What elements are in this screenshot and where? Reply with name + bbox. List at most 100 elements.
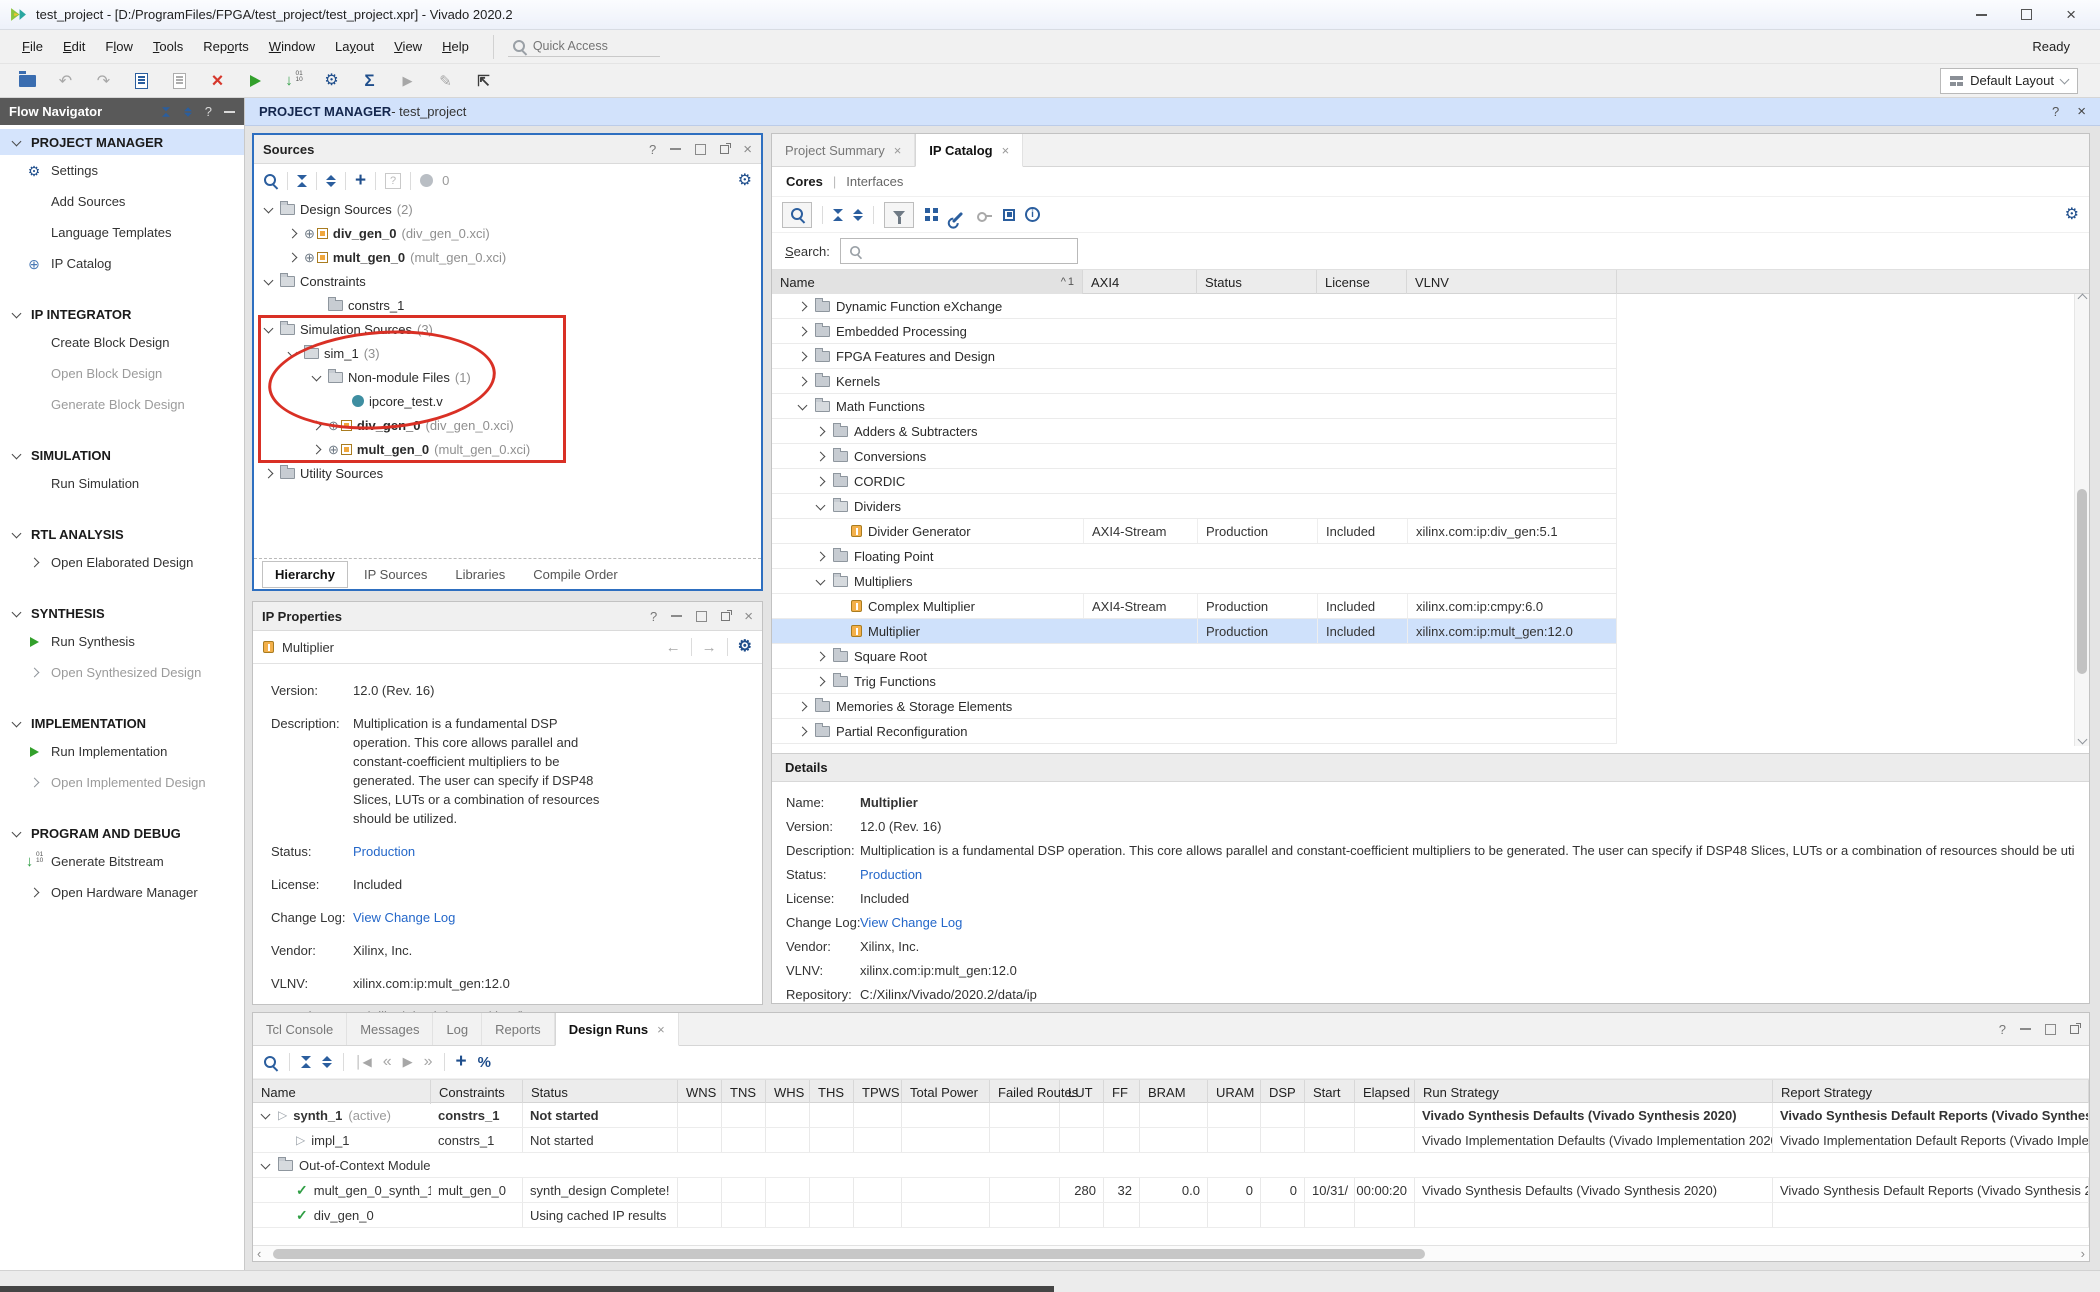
column-header-ths[interactable]: THS — [810, 1080, 854, 1104]
chevron-down-icon[interactable] — [259, 1163, 272, 1168]
column-header-failed-routes[interactable]: Failed Routes — [990, 1080, 1060, 1104]
gear-icon[interactable]: ⚙ — [2065, 207, 2079, 223]
minimize-panel-icon[interactable] — [224, 111, 235, 113]
undo-icon[interactable]: ↶ — [48, 67, 83, 95]
catalog-row-dividers[interactable]: Dividers — [772, 494, 1617, 519]
flow-item-open-elaborated-design[interactable]: Open Elaborated Design — [0, 547, 244, 578]
edit-icon[interactable]: ✎ — [428, 67, 463, 95]
quick-access-input[interactable] — [533, 39, 651, 53]
launch-runs-icon[interactable]: ▶ — [403, 1054, 413, 1070]
help-icon[interactable]: ? — [2052, 104, 2059, 119]
run-row-synth-1[interactable]: ▷synth_1 (active)constrs_1Not startedViv… — [253, 1103, 2089, 1128]
chevron-right-icon[interactable] — [814, 478, 827, 485]
menu-view[interactable]: View — [384, 34, 432, 59]
flow-item-open-hardware-manager[interactable]: Open Hardware Manager — [0, 877, 244, 908]
chevron-right-icon[interactable] — [28, 559, 41, 566]
menu-tools[interactable]: Tools — [143, 34, 193, 59]
gear-icon[interactable]: ⚙ — [738, 173, 752, 189]
tab-interfaces[interactable]: Interfaces — [846, 174, 903, 189]
step-forward-icon[interactable]: » — [424, 1053, 433, 1071]
tab-close-icon[interactable]: × — [894, 143, 902, 158]
source-row-constraints[interactable]: Constraints — [254, 269, 761, 293]
expand-all-icon[interactable] — [322, 1056, 332, 1068]
flow-item-run-simulation[interactable]: Run Simulation — [0, 468, 244, 499]
expand-all-icon[interactable] — [853, 209, 863, 221]
tab-cores[interactable]: Cores — [786, 174, 823, 189]
chevron-down-icon[interactable] — [10, 312, 23, 317]
scrollbar-thumb[interactable] — [273, 1249, 1425, 1259]
chevron-right-icon[interactable] — [796, 353, 809, 360]
source-row-utility-sources[interactable]: Utility Sources — [254, 461, 761, 485]
percentage-icon[interactable]: % — [478, 1054, 491, 1071]
group-by-icon[interactable] — [924, 207, 939, 222]
chevron-right-icon[interactable] — [814, 428, 827, 435]
flow-item-generate-block-design[interactable]: Generate Block Design — [0, 389, 244, 420]
forward-arrow-icon[interactable]: → — [702, 639, 717, 656]
chevron-down-icon[interactable] — [10, 532, 23, 537]
catalog-row-complex-multiplier[interactable]: Complex MultiplierAXI4-StreamProductionI… — [772, 594, 1617, 619]
open-project-icon[interactable] — [10, 67, 45, 95]
column-header-elapsed[interactable]: Elapsed — [1355, 1080, 1415, 1104]
chevron-right-icon[interactable] — [814, 453, 827, 460]
tab-messages[interactable]: Messages — [347, 1013, 433, 1045]
chevron-right-icon[interactable] — [796, 303, 809, 310]
search-box[interactable] — [840, 238, 1078, 264]
create-run-icon[interactable]: + — [456, 1051, 467, 1073]
info-icon[interactable]: i — [1025, 207, 1040, 222]
flow-item-add-sources[interactable]: Add Sources — [0, 186, 244, 217]
sources-tab-libraries[interactable]: Libraries — [443, 562, 517, 587]
menu-file[interactable]: File — [12, 34, 53, 59]
column-header-run-strategy[interactable]: Run Strategy — [1415, 1080, 1773, 1104]
catalog-row-multiplier[interactable]: MultiplierProductionIncludedxilinx.com:i… — [772, 619, 1617, 644]
maximize-panel-icon[interactable] — [695, 144, 706, 155]
column-header-report-strategy[interactable]: Report Strategy — [1773, 1080, 2089, 1104]
maximize-panel-icon[interactable] — [696, 611, 707, 622]
column-header-start[interactable]: Start — [1305, 1080, 1355, 1104]
catalog-row-partial-reconfiguration[interactable]: Partial Reconfiguration — [772, 719, 1617, 744]
ip-search-input[interactable] — [869, 244, 1059, 258]
flow-item-open-implemented-design[interactable]: Open Implemented Design — [0, 767, 244, 798]
chevron-right-icon[interactable] — [814, 653, 827, 660]
tab-reports[interactable]: Reports — [482, 1013, 555, 1045]
customize-ip-icon[interactable] — [952, 212, 963, 223]
menu-flow[interactable]: Flow — [95, 34, 142, 59]
add-sources-icon[interactable]: + — [355, 170, 366, 192]
maximize-icon[interactable] — [2021, 9, 2032, 20]
catalog-row-dynamic-function-exchange[interactable]: Dynamic Function eXchange — [772, 294, 1617, 319]
catalog-row-fpga-features-and-design[interactable]: FPGA Features and Design — [772, 344, 1617, 369]
scroll-right-icon[interactable]: › — [2081, 1246, 2085, 1261]
minimize-icon[interactable] — [1976, 14, 1987, 16]
scroll-left-icon[interactable]: ‹ — [257, 1246, 261, 1261]
catalog-row-memories-storage-elements[interactable]: Memories & Storage Elements — [772, 694, 1617, 719]
column-header-license[interactable]: License — [1317, 270, 1407, 294]
chevron-right-icon[interactable] — [28, 669, 41, 676]
flow-item-settings[interactable]: ⚙Settings — [0, 155, 244, 186]
chevron-down-icon[interactable] — [262, 279, 275, 284]
vertical-scrollbar[interactable] — [2074, 294, 2089, 746]
source-row-mult-gen-0[interactable]: ⊕mult_gen_0 (mult_gen_0.xci) — [254, 245, 761, 269]
flow-item-generate-bitstream[interactable]: ↓Generate Bitstream — [0, 846, 244, 877]
flow-section-implementation[interactable]: IMPLEMENTATION — [0, 710, 244, 736]
tab-log[interactable]: Log — [433, 1013, 482, 1045]
column-header-status[interactable]: Status — [523, 1080, 678, 1104]
minimize-panel-icon[interactable] — [670, 148, 681, 150]
tab-design-runs[interactable]: Design Runs× — [555, 1013, 679, 1046]
chevron-down-icon[interactable] — [10, 140, 23, 145]
tab-close-icon[interactable]: × — [657, 1022, 665, 1037]
column-header-total-power[interactable]: Total Power — [902, 1080, 990, 1104]
field-value[interactable]: Production — [353, 842, 603, 861]
chevron-right-icon[interactable] — [796, 703, 809, 710]
flow-item-run-implementation[interactable]: Run Implementation — [0, 736, 244, 767]
reset-runs-icon[interactable]: │◀ — [355, 1055, 372, 1069]
flow-section-synthesis[interactable]: SYNTHESIS — [0, 600, 244, 626]
flow-section-program-and-debug[interactable]: PROGRAM AND DEBUG — [0, 820, 244, 846]
redo-icon[interactable]: ↷ — [86, 67, 121, 95]
menu-layout[interactable]: Layout — [325, 34, 384, 59]
chevron-right-icon[interactable] — [262, 470, 275, 477]
back-arrow-icon[interactable]: ← — [666, 639, 681, 656]
column-header-uram[interactable]: URAM — [1208, 1080, 1261, 1104]
layout-selector[interactable]: Default Layout — [1940, 68, 2078, 94]
flow-item-run-synthesis[interactable]: Run Synthesis — [0, 626, 244, 657]
save-report-icon[interactable] — [124, 67, 159, 95]
probe-cursor-icon[interactable]: ⇱ — [466, 67, 501, 95]
